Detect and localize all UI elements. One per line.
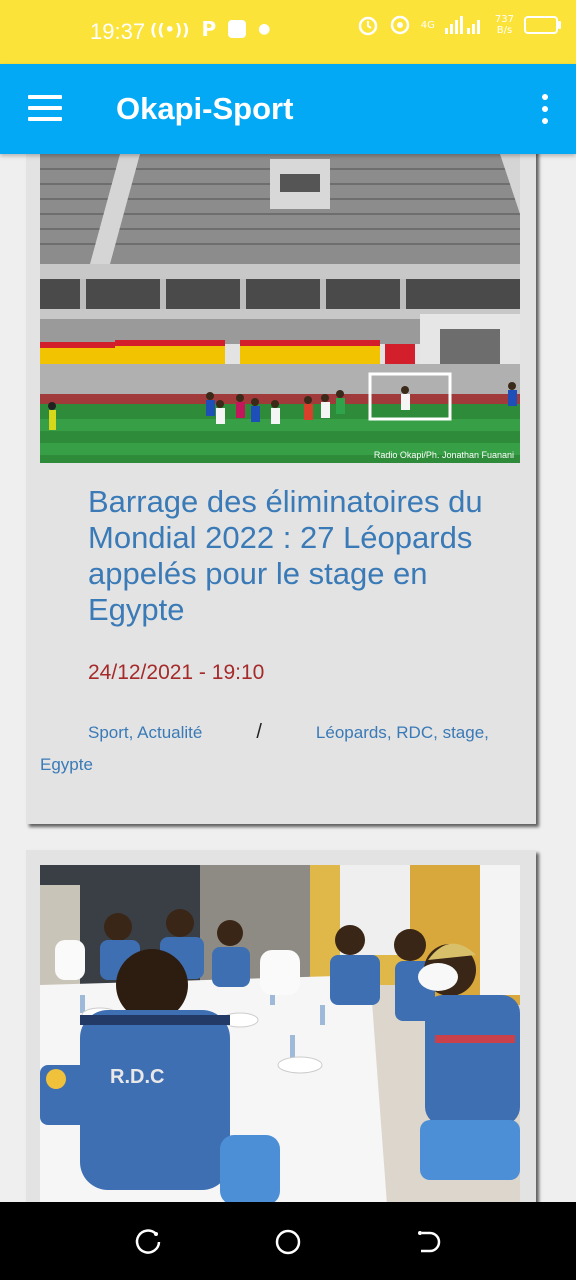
more-vert-icon[interactable]	[540, 94, 550, 124]
article-card[interactable]: R.D.C	[26, 850, 536, 1202]
hotspot-icon	[390, 15, 410, 35]
article-card[interactable]: Radio Okapi/Ph. Jonathan Fuanani Barrage…	[26, 154, 536, 824]
comma: ,	[386, 723, 397, 742]
article-title-link[interactable]: Barrage des éliminatoires du Mondial 202…	[88, 484, 508, 628]
app-title: Okapi-Sport	[116, 91, 294, 126]
article-list[interactable]: Radio Okapi/Ph. Jonathan Fuanani Barrage…	[0, 154, 576, 1202]
status-bar: 19:37 ((•)) P ● 4G 737 B/s	[0, 0, 576, 64]
article-date: 24/12/2021 - 19:10	[88, 661, 265, 684]
system-nav-bar	[0, 1202, 576, 1280]
status-time: 19:37	[90, 19, 146, 44]
comma: ,	[484, 723, 489, 742]
article-taxonomy: Sport, Actualité / Léopards, RDC, stage, E…	[40, 716, 520, 781]
back-icon[interactable]	[414, 1228, 442, 1256]
wifi-calling-icon: ((•))	[150, 19, 190, 39]
tag-link-leopards[interactable]: Léopards	[316, 723, 387, 742]
tag-link-stage[interactable]: stage	[443, 723, 485, 742]
home-icon[interactable]	[274, 1228, 302, 1256]
signal-icon	[444, 16, 480, 34]
article-image-team-dining[interactable]: R.D.C	[40, 865, 520, 1202]
recent-apps-icon[interactable]	[134, 1228, 162, 1256]
taxonomy-separator: /	[256, 721, 262, 743]
parking-icon: P	[201, 17, 217, 41]
comma: ,	[128, 723, 138, 742]
jersey-text: R.D.C	[110, 1066, 164, 1088]
dot-icon: ●	[258, 21, 271, 37]
category-link-sport[interactable]: Sport	[88, 723, 129, 742]
tag-link-egypte[interactable]: Egypte	[40, 755, 93, 774]
app-bar: Okapi-Sport	[0, 64, 576, 154]
category-link-actualite[interactable]: Actualité	[137, 723, 202, 742]
comma: ,	[433, 723, 443, 742]
image-credit: Radio Okapi/Ph. Jonathan Fuanani	[373, 450, 514, 460]
battery-icon	[524, 16, 561, 34]
tag-link-rdc[interactable]: RDC	[396, 723, 433, 742]
hamburger-icon[interactable]	[28, 95, 62, 121]
alarm-icon	[358, 16, 378, 36]
network-speed: 737 B/s	[494, 14, 514, 36]
network-type: 4G	[420, 19, 435, 31]
article-image-stadium[interactable]: Radio Okapi/Ph. Jonathan Fuanani	[40, 154, 520, 463]
app-icon	[228, 20, 247, 38]
